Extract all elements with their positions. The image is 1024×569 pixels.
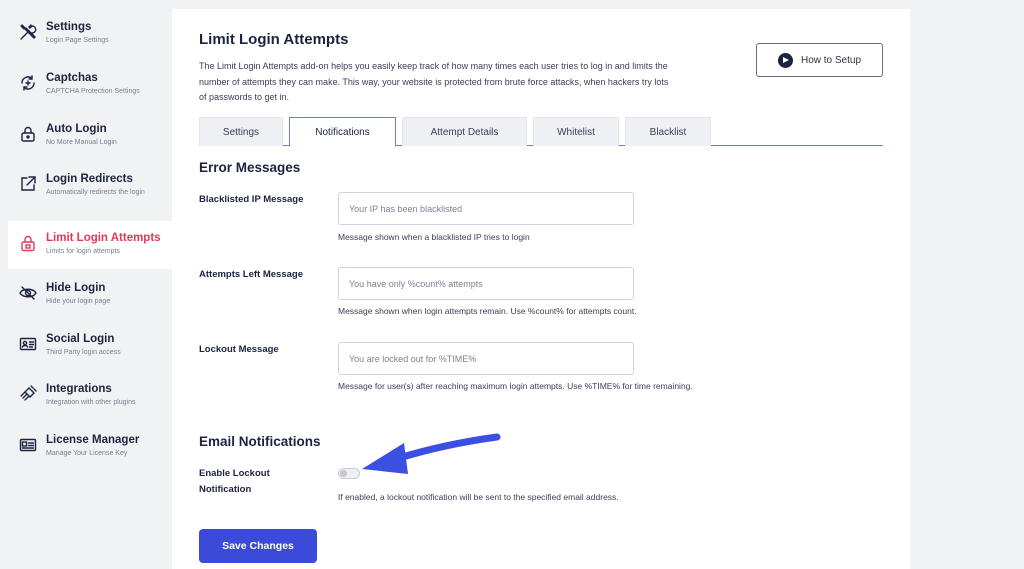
main-panel: Limit Login Attempts The Limit Login Att…	[172, 9, 910, 569]
sidebar-item-subtitle: Third Party login access	[46, 349, 121, 356]
how-to-setup-button[interactable]: How to Setup	[756, 43, 883, 77]
tools-icon	[18, 22, 38, 42]
external-link-icon	[18, 174, 38, 194]
sidebar-item-subtitle: No More Manual Login	[46, 139, 117, 146]
sidebar-item-title: Settings	[46, 21, 92, 33]
tab-attempt-details[interactable]: Attempt Details	[402, 117, 527, 146]
sidebar-item-title: Integrations	[46, 383, 112, 395]
sidebar-item-settings[interactable]: Settings Login Page Settings	[8, 20, 172, 45]
sidebar-item-text: Social Login Third Party login access	[46, 332, 121, 357]
sidebar-item-title: License Manager	[46, 434, 140, 446]
sidebar-item-integrations[interactable]: Integrations Integration with other plug…	[8, 382, 172, 407]
sidebar-item-subtitle: CAPTCHA Protection Settings	[46, 88, 140, 95]
sidebar-item-title: Social Login	[46, 333, 115, 345]
lockout-notification-toggle[interactable]	[338, 468, 360, 479]
tab-blacklist[interactable]: Blacklist	[625, 117, 711, 146]
sidebar-item-subtitle: Login Page Settings	[46, 37, 109, 44]
save-changes-button[interactable]: Save Changes	[199, 529, 317, 563]
sidebar-item-subtitle: Manage Your License Key	[46, 450, 128, 457]
enable-lockout-notification-label: Enable Lockout Notification	[199, 468, 270, 495]
tab-whitelist[interactable]: Whitelist	[533, 117, 619, 146]
how-to-setup-label: How to Setup	[800, 54, 862, 66]
sidebar-item-social-login[interactable]: Social Login Third Party login access	[8, 332, 172, 357]
sidebar-item-text: Login Redirects Automatically redirects …	[46, 172, 145, 197]
sidebar-item-text: Auto Login No More Manual Login	[46, 122, 117, 147]
sidebar-item-hide-login[interactable]: Hide Login Hide your login page	[8, 281, 172, 306]
blacklisted-ip-help: Message shown when a blacklisted IP trie…	[338, 232, 530, 242]
padlock-icon	[18, 233, 38, 253]
page-description: The Limit Login Attempts add-on helps yo…	[199, 61, 669, 102]
sidebar: Settings Login Page Settings Captchas CA…	[0, 0, 172, 569]
plug-icon	[18, 384, 38, 404]
sidebar-item-title: Limit Login Attempts	[46, 232, 161, 244]
sidebar-item-login-redirects[interactable]: Login Redirects Automatically redirects …	[8, 172, 172, 197]
play-icon	[777, 52, 793, 68]
attempts-left-label: Attempts Left Message	[199, 269, 303, 280]
sidebar-item-text: Integrations Integration with other plug…	[46, 382, 136, 407]
email-notifications-title: Email Notifications	[199, 434, 321, 449]
sidebar-item-text: Captchas CAPTCHA Protection Settings	[46, 71, 140, 96]
sidebar-item-limit-login-attempts[interactable]: Limit Login Attempts Limits for login at…	[8, 221, 172, 269]
lock-icon	[18, 124, 38, 144]
page-title: Limit Login Attempts	[199, 31, 349, 48]
sidebar-item-title: Login Redirects	[46, 173, 133, 185]
error-messages-title: Error Messages	[199, 160, 301, 175]
sidebar-item-title: Auto Login	[46, 123, 107, 135]
attempts-left-input[interactable]	[338, 267, 634, 300]
sidebar-item-title: Hide Login	[46, 282, 106, 294]
license-icon	[18, 435, 38, 455]
id-card-icon	[18, 334, 38, 354]
sidebar-item-subtitle: Limits for login attempts	[46, 248, 120, 255]
tab-bar: Settings Notifications Attempt Details W…	[199, 116, 883, 147]
sidebar-item-license-manager[interactable]: License Manager Manage Your License Key	[8, 433, 172, 458]
lockout-notification-help: If enabled, a lockout notification will …	[338, 492, 619, 502]
sidebar-item-subtitle: Automatically redirects the login	[46, 189, 145, 196]
lockout-message-help: Message for user(s) after reaching maxim…	[338, 381, 693, 391]
sidebar-item-subtitle: Hide your login page	[46, 298, 111, 305]
sidebar-item-text: Limit Login Attempts Limits for login at…	[46, 231, 161, 256]
toggle-knob	[340, 470, 347, 477]
tab-notifications[interactable]: Notifications	[289, 117, 396, 147]
blacklisted-ip-label: Blacklisted IP Message	[199, 194, 304, 205]
lockout-message-label: Lockout Message	[199, 344, 279, 355]
captcha-icon	[18, 73, 38, 93]
sidebar-item-subtitle: Integration with other plugins	[46, 399, 136, 406]
sidebar-item-text: License Manager Manage Your License Key	[46, 433, 139, 458]
sidebar-item-text: Settings Login Page Settings	[46, 20, 109, 45]
attempts-left-help: Message shown when login attempts remain…	[338, 306, 637, 316]
tab-settings[interactable]: Settings	[199, 117, 283, 146]
sidebar-item-captchas[interactable]: Captchas CAPTCHA Protection Settings	[8, 71, 172, 96]
blacklisted-ip-input[interactable]	[338, 192, 634, 225]
sidebar-item-title: Captchas	[46, 72, 98, 84]
eye-slash-icon	[18, 283, 38, 303]
sidebar-item-auto-login[interactable]: Auto Login No More Manual Login	[8, 122, 172, 147]
sidebar-item-text: Hide Login Hide your login page	[46, 281, 110, 306]
lockout-message-input[interactable]	[338, 342, 634, 375]
